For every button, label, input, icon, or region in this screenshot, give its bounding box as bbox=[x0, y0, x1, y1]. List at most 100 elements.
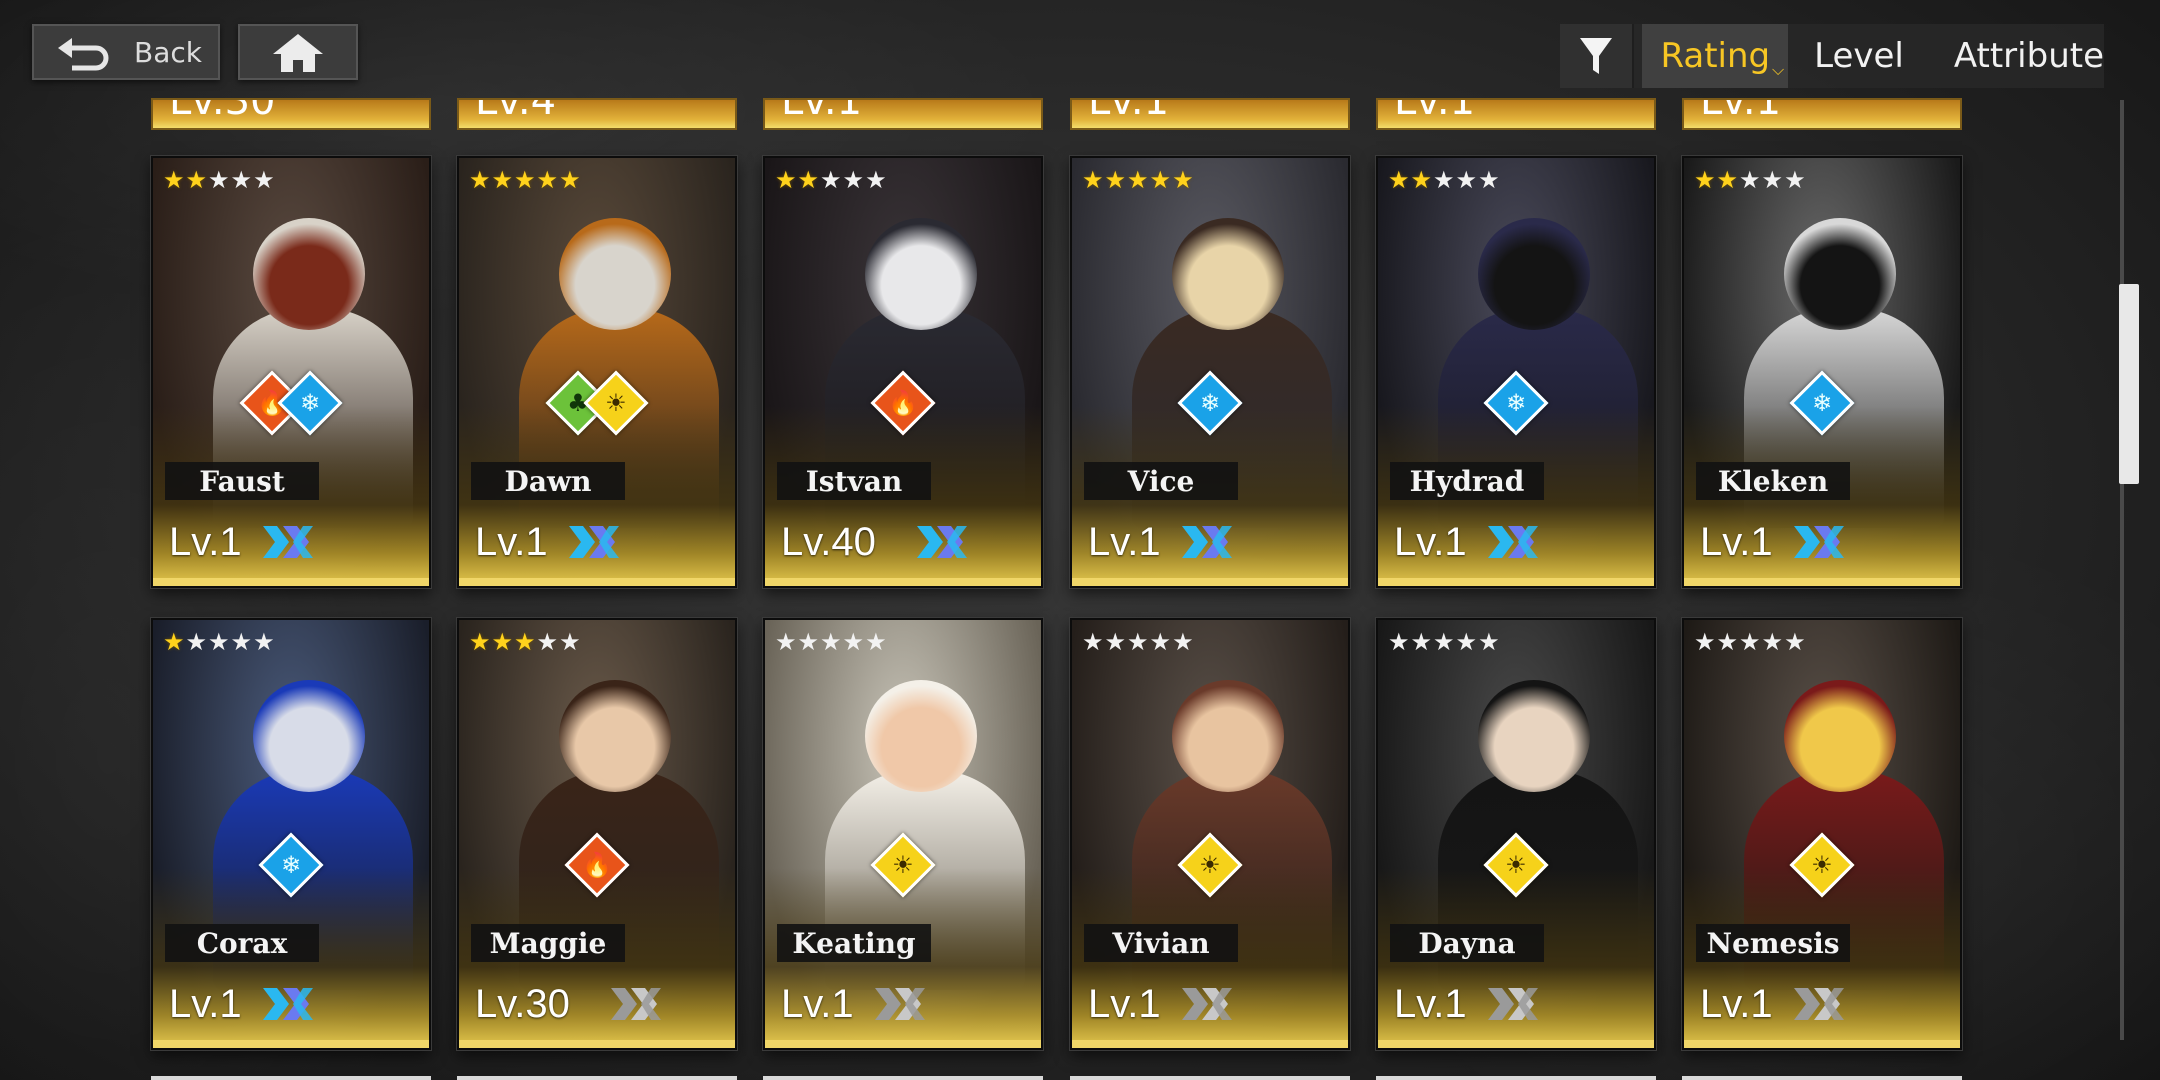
scrollbar-track[interactable] bbox=[2120, 100, 2124, 1040]
sort-option-rating[interactable]: Rating ⌵ bbox=[1642, 24, 1789, 88]
star-rating: ★★★★★ bbox=[1694, 168, 1807, 192]
card-bottom-edge bbox=[1378, 1040, 1654, 1048]
character-name: Hydrad bbox=[1390, 462, 1544, 500]
star-icon: ★ bbox=[797, 166, 821, 194]
star-icon: ★ bbox=[1082, 166, 1105, 194]
partial-card[interactable]: Lv.1 bbox=[763, 98, 1043, 130]
star-icon: ★ bbox=[1784, 166, 1807, 194]
back-label: Back bbox=[134, 35, 202, 69]
star-icon: ★ bbox=[1478, 628, 1501, 656]
home-icon bbox=[273, 34, 323, 72]
star-rating: ★★★★★ bbox=[1082, 630, 1195, 654]
card-level: Lv.30 bbox=[169, 98, 276, 124]
partial-card[interactable]: Lv.1 bbox=[1070, 98, 1350, 130]
partial-card[interactable]: Lv.30 bbox=[151, 98, 431, 130]
card-bottom-edge bbox=[1072, 578, 1348, 586]
partial-card[interactable]: Lv.1 bbox=[1376, 98, 1656, 130]
star-icon: ★ bbox=[1716, 628, 1740, 656]
card-bottom-edge bbox=[1684, 1040, 1960, 1048]
star-rating: ★★★★★ bbox=[1388, 168, 1501, 192]
character-card-kleken[interactable]: ★★★★★ ❄ Kleken Lv.1 bbox=[1682, 156, 1962, 588]
character-card-keating[interactable]: ★★★★★ ☀ Keating Lv.1 bbox=[763, 618, 1043, 1050]
card-bottom-edge bbox=[459, 578, 735, 586]
partial-card[interactable] bbox=[457, 1076, 737, 1080]
star-icon: ★ bbox=[1716, 166, 1740, 194]
card-level: Lv.1 bbox=[1088, 98, 1170, 124]
character-grid: Lv.30 Lv.4 Lv.1 Lv.1 Lv.1 Lv.1 ★★★★★ 🔥 ❄ Faust Lv.… bbox=[0, 98, 2100, 1080]
partial-card[interactable] bbox=[1070, 1076, 1350, 1080]
character-level: Lv.1 bbox=[1088, 520, 1161, 564]
character-name: Dawn bbox=[471, 462, 625, 500]
partial-card[interactable] bbox=[1682, 1076, 1962, 1080]
star-icon: ★ bbox=[775, 166, 798, 194]
star-icon: ★ bbox=[514, 166, 537, 194]
character-card-vivian[interactable]: ★★★★★ ☀ Vivian Lv.1 bbox=[1070, 618, 1350, 1050]
star-icon: ★ bbox=[1127, 628, 1150, 656]
character-card-maggie[interactable]: ★★★★★ 🔥 Maggie Lv.30 bbox=[457, 618, 737, 1050]
character-name: Faust bbox=[165, 462, 319, 500]
star-icon: ★ bbox=[1104, 628, 1128, 656]
partial-card[interactable]: Lv.1 bbox=[1682, 98, 1962, 130]
character-card-hydrad[interactable]: ★★★★★ ❄ Hydrad Lv.1 bbox=[1376, 156, 1656, 588]
partial-card[interactable] bbox=[1376, 1076, 1656, 1080]
star-icon: ★ bbox=[1127, 166, 1150, 194]
awaken-mark-inactive-icon bbox=[1790, 984, 1848, 1024]
character-level: Lv.40 bbox=[781, 520, 876, 564]
attribute-icons: ☀ bbox=[765, 832, 1041, 898]
partial-card[interactable] bbox=[763, 1076, 1043, 1080]
star-rating: ★★★★★ bbox=[775, 168, 888, 192]
light-attribute-icon: ☀ bbox=[870, 832, 936, 898]
card-bottom-edge bbox=[1684, 578, 1960, 586]
card-bottom-edge bbox=[153, 1040, 429, 1048]
star-icon: ★ bbox=[185, 166, 209, 194]
attribute-icons: 🔥 ❄ bbox=[153, 370, 429, 436]
card-bottom-edge bbox=[765, 578, 1041, 586]
home-button[interactable] bbox=[238, 24, 358, 80]
character-name: Maggie bbox=[471, 924, 625, 962]
filter-button[interactable] bbox=[1560, 24, 1635, 88]
star-icon: ★ bbox=[559, 166, 582, 194]
partial-card[interactable]: Lv.4 bbox=[457, 98, 737, 130]
star-icon: ★ bbox=[1455, 166, 1479, 194]
back-button[interactable]: Back bbox=[32, 24, 220, 80]
awaken-mark-inactive-icon bbox=[607, 984, 665, 1024]
light-attribute-icon: ☀ bbox=[1177, 832, 1243, 898]
star-rating: ★★★★★ bbox=[1082, 168, 1195, 192]
partial-card[interactable] bbox=[151, 1076, 431, 1080]
character-card-istvan[interactable]: ★★★★★ 🔥 Istvan Lv.40 bbox=[763, 156, 1043, 588]
character-level: Lv.1 bbox=[1394, 520, 1467, 564]
character-level: Lv.1 bbox=[169, 982, 242, 1026]
character-level: Lv.1 bbox=[169, 520, 242, 564]
sort-option-attribute[interactable]: Attribute bbox=[1954, 24, 2104, 88]
sort-option-level-label: Level bbox=[1814, 36, 1904, 76]
star-icon: ★ bbox=[491, 628, 515, 656]
character-card-vice[interactable]: ★★★★★ ❄ Vice Lv.1 bbox=[1070, 156, 1350, 588]
star-icon: ★ bbox=[536, 628, 560, 656]
star-icon: ★ bbox=[1739, 166, 1762, 194]
star-icon: ★ bbox=[1433, 166, 1456, 194]
attribute-icons: 🔥 bbox=[765, 370, 1041, 436]
character-card-faust[interactable]: ★★★★★ 🔥 ❄ Faust Lv.1 bbox=[151, 156, 431, 588]
fire-attribute-icon: 🔥 bbox=[564, 832, 630, 898]
star-icon: ★ bbox=[1761, 628, 1785, 656]
attribute-icons: ☀ bbox=[1072, 832, 1348, 898]
character-card-nemesis[interactable]: ★★★★★ ☀ Nemesis Lv.1 bbox=[1682, 618, 1962, 1050]
character-card-dayna[interactable]: ★★★★★ ☀ Dayna Lv.1 bbox=[1376, 618, 1656, 1050]
star-icon: ★ bbox=[491, 166, 515, 194]
star-rating: ★★★★★ bbox=[775, 630, 888, 654]
character-name: Nemesis bbox=[1696, 924, 1850, 962]
scrollbar-thumb[interactable] bbox=[2119, 284, 2139, 484]
star-icon: ★ bbox=[1410, 166, 1434, 194]
star-icon: ★ bbox=[1104, 166, 1128, 194]
star-icon: ★ bbox=[842, 166, 866, 194]
star-icon: ★ bbox=[1388, 166, 1411, 194]
star-icon: ★ bbox=[820, 166, 843, 194]
character-card-dawn[interactable]: ★★★★★ ♣ ☀ Dawn Lv.1 bbox=[457, 156, 737, 588]
character-card-corax[interactable]: ★★★★★ ❄ Corax Lv.1 bbox=[151, 618, 431, 1050]
awaken-mark-icon bbox=[1178, 522, 1236, 562]
sort-option-level[interactable]: Level bbox=[1814, 24, 1904, 88]
attribute-icons: ♣ ☀ bbox=[459, 370, 735, 436]
star-icon: ★ bbox=[865, 628, 888, 656]
character-level: Lv.1 bbox=[1700, 520, 1773, 564]
star-icon: ★ bbox=[163, 628, 186, 656]
